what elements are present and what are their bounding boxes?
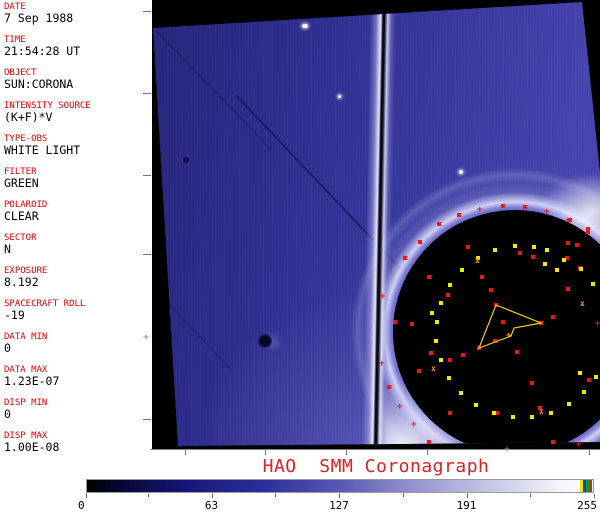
bottom-tick xyxy=(265,450,266,455)
field-value: 8.192 xyxy=(4,275,39,289)
colorbar-tick-label: 191 xyxy=(456,499,477,512)
field-date: DATE 7 Sep 1988 xyxy=(4,2,150,25)
colorbar-major-tick xyxy=(86,494,87,498)
field-data-min: DATA MIN 0 xyxy=(4,332,150,355)
field-value: 0 xyxy=(4,341,11,355)
field-value: N xyxy=(4,242,11,256)
coronagraph-image: + + + + + + + + + x x x x + xyxy=(152,0,600,449)
bottom-axis-line xyxy=(150,449,600,450)
field-value: -19 xyxy=(4,308,25,322)
field-label: SECTOR xyxy=(4,233,37,243)
field-intensity-source: INTENSITY SOURCE (K+F)*V xyxy=(4,101,150,124)
bottom-tick xyxy=(346,450,347,455)
field-value: CLEAR xyxy=(4,209,39,223)
bottom-tick xyxy=(589,450,590,455)
field-value: GREEN xyxy=(4,176,39,190)
field-time: TIME 21:54:28 UT xyxy=(4,35,150,58)
left-tick xyxy=(143,93,151,94)
field-exposure: EXPOSURE 8.192 xyxy=(4,266,150,289)
field-value: 1.00E-08 xyxy=(4,440,60,454)
left-tick xyxy=(143,11,151,12)
field-value: 21:54:28 UT xyxy=(4,44,81,58)
field-object: OBJECT SUN:CORONA xyxy=(4,68,150,91)
colorbar-overlay-stripe xyxy=(589,480,592,492)
colorbar-tick-label: 127 xyxy=(329,499,349,512)
metadata-panel: DATE 7 Sep 1988 TIME 21:54:28 UT OBJECT SUN:C… xyxy=(0,0,152,512)
field-label: SPACECRAFT ROLL xyxy=(4,299,86,309)
field-value: 0 xyxy=(4,407,11,421)
bottom-tick xyxy=(427,450,428,455)
field-value: 1.23E-07 xyxy=(4,374,60,388)
field-value: (K+F)*V xyxy=(4,110,53,124)
field-filter: FILTER GREEN xyxy=(4,167,150,190)
field-spacecraft-roll: SPACECRAFT ROLL -19 xyxy=(4,299,150,322)
polygon-overlay xyxy=(477,304,544,350)
field-disp-max: DISP MAX 1.00E-08 xyxy=(4,431,150,454)
colorbar xyxy=(86,479,594,493)
field-label: DATA MIN xyxy=(4,332,48,342)
bottom-tick xyxy=(185,450,186,455)
field-polaroid: POLAROID CLEAR xyxy=(4,200,150,223)
colorbar-major-tick xyxy=(211,494,213,498)
field-value: SUN:CORONA xyxy=(4,77,74,91)
colorbar-tick-label: 255 xyxy=(577,499,597,512)
field-sector: SECTOR N xyxy=(4,233,150,256)
colorbar-major-tick xyxy=(594,494,595,498)
coronagraph-viewer-window: DATE 7 Sep 1988 TIME 21:54:28 UT OBJECT SUN:C… xyxy=(0,0,600,512)
colorbar-minor-tick xyxy=(530,494,532,497)
field-value: 7 Sep 1988 xyxy=(4,11,74,25)
left-plus-tick: + xyxy=(143,332,150,343)
field-type-obs: TYPE-OBS WHITE LIGHT xyxy=(4,134,150,157)
field-disp-min: DISP MIN 0 xyxy=(4,398,150,421)
colorbar-major-tick xyxy=(466,494,468,498)
field-label: DISP MIN xyxy=(4,398,48,408)
left-tick xyxy=(143,175,151,176)
colorbar-major-tick xyxy=(339,494,340,498)
colorbar-minor-tick xyxy=(402,494,404,497)
contour-polygon xyxy=(477,304,544,350)
colorbar-minor-tick xyxy=(147,494,149,497)
image-title: HAO SMM Coronagraph xyxy=(262,456,490,477)
left-tick xyxy=(143,419,151,420)
colorbar-tick-label: 0 xyxy=(78,499,85,512)
left-tick xyxy=(143,254,151,255)
colorbar-tick-label: 63 xyxy=(204,499,219,512)
bottom-plus-tick: + xyxy=(504,444,511,455)
field-value: WHITE LIGHT xyxy=(4,143,81,157)
colorbar-minor-tick xyxy=(275,494,277,497)
field-data-max: DATA MAX 1.23E-07 xyxy=(4,365,150,388)
